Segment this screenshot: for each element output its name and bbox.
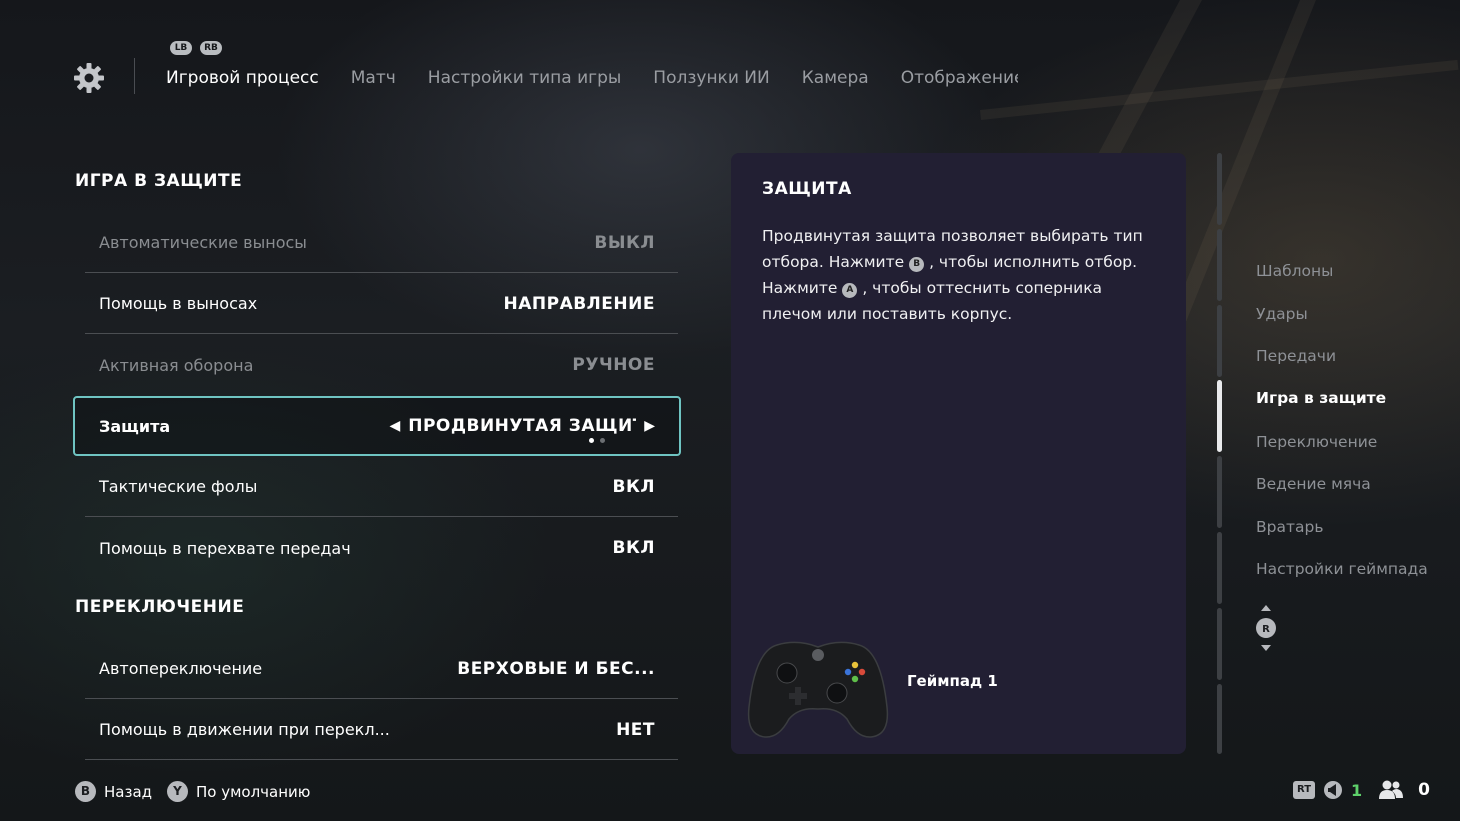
scroll-rail-segment[interactable] — [1217, 608, 1222, 680]
panel-description: Продвинутая защита позволяет выбирать ти… — [762, 223, 1162, 327]
b-button-icon: B — [75, 781, 96, 802]
side-nav-templates[interactable]: Шаблоны — [1256, 262, 1333, 280]
setting-value: ВЕРХОВЫЕ И БЕС... — [457, 658, 655, 679]
setting-value: ВКЛ — [612, 538, 655, 558]
setting-label: Помощь в выносах — [99, 294, 258, 313]
side-nav-passing[interactable]: Передачи — [1256, 347, 1336, 365]
setting-row-active-defense[interactable]: Активная оборона РУЧНОЕ — [85, 335, 678, 395]
tab-bar: Игровой процесс Матч Настройки типа игры… — [166, 68, 1018, 88]
arrow-left-icon[interactable]: ◀ — [389, 418, 400, 434]
setting-label: Защита — [99, 416, 171, 436]
reset-default-label: По умолчанию — [196, 782, 311, 801]
friends-count: 0 — [1418, 780, 1430, 800]
setting-label: Помощь в движении при перекл... — [99, 720, 390, 739]
setting-label: Активная оборона — [99, 355, 254, 375]
arrow-right-icon[interactable]: ▶ — [644, 418, 655, 434]
setting-row-auto-switching[interactable]: Автопереключение ВЕРХОВЫЕ И БЕС... — [85, 639, 678, 699]
section-title-defense: ИГРА В ЗАЩИТЕ — [75, 171, 243, 191]
tab-gameplay[interactable]: Игровой процесс — [166, 68, 319, 88]
side-nav-switching[interactable]: Переключение — [1256, 433, 1377, 451]
scroll-rail-segment[interactable] — [1217, 532, 1222, 604]
reset-default-button[interactable]: Y По умолчанию — [167, 781, 310, 802]
rt-trigger-icon: RT — [1293, 781, 1315, 799]
lb-bumper-hint: LB — [170, 41, 192, 55]
nav-divider — [134, 58, 135, 94]
side-nav-goalkeeper[interactable]: Вратарь — [1256, 518, 1323, 536]
gamepad-label: Геймпад 1 — [907, 672, 998, 690]
status-bar: RT 1 0 — [1293, 779, 1430, 801]
back-label: Назад — [104, 782, 153, 801]
setting-value: НАПРАВЛЕНИЕ — [503, 293, 655, 314]
setting-value: РУЧНОЕ — [572, 355, 655, 375]
gear-icon[interactable] — [73, 62, 105, 94]
side-nav-defending[interactable]: Игра в защите — [1256, 389, 1386, 407]
setting-row-auto-clearances[interactable]: Автоматические выносы ВЫКЛ — [85, 213, 678, 273]
tab-camera[interactable]: Камера — [802, 68, 869, 88]
a-button-icon: A — [842, 283, 858, 298]
speaker-icon — [1324, 781, 1342, 799]
tab-match[interactable]: Матч — [351, 68, 396, 88]
setting-label: Автопереключение — [99, 659, 263, 678]
back-button[interactable]: B Назад — [75, 781, 152, 802]
setting-row-tactical-fouls[interactable]: Тактические фолы ВКЛ — [85, 457, 678, 517]
setting-value: ВКЛ — [612, 476, 655, 497]
setting-row-interception-assist[interactable]: Помощь в перехвате передач ВКЛ — [85, 518, 678, 578]
side-nav-controller-settings[interactable]: Настройки геймпада — [1256, 560, 1428, 578]
tab-ai-sliders[interactable]: Ползунки ИИ — [653, 68, 769, 88]
setting-value: НЕТ — [616, 719, 655, 740]
side-nav-dribbling[interactable]: Ведение мяча — [1256, 475, 1371, 493]
section-title-switching: ПЕРЕКЛЮЧЕНИЕ — [75, 597, 245, 617]
scroll-rail-segment[interactable] — [1217, 229, 1222, 301]
option-page-dots — [589, 438, 605, 443]
side-nav-shooting[interactable]: Удары — [1256, 305, 1308, 323]
scroll-rail-segment-active[interactable] — [1217, 380, 1222, 452]
setting-label: Автоматические выносы — [99, 233, 307, 252]
scroll-rail-segment[interactable] — [1217, 684, 1222, 754]
setting-value: ПРОДВИНУТАЯ ЗАЩИТА — [408, 416, 637, 436]
b-button-icon: B — [909, 257, 925, 272]
setting-row-clearance-assist[interactable]: Помощь в выносах НАПРАВЛЕНИЕ — [85, 274, 678, 334]
setting-row-switch-movement-assist[interactable]: Помощь в движении при перекл... НЕТ — [85, 700, 678, 760]
setting-label: Тактические фолы — [99, 477, 258, 496]
description-panel: ЗАЩИТА Продвинутая защита позволяет выби… — [731, 153, 1186, 754]
scroll-rail-segment[interactable] — [1217, 305, 1222, 377]
rb-bumper-hint: RB — [200, 41, 222, 55]
scroll-rail-segment[interactable] — [1217, 456, 1222, 528]
tab-game-type-settings[interactable]: Настройки типа игры — [428, 68, 622, 88]
page-dot — [589, 438, 594, 443]
top-navigation: LB RB Игровой процесс Матч Настройки тип… — [0, 0, 1040, 120]
scroll-rail-segment[interactable] — [1217, 153, 1222, 225]
option-selector: ◀ ПРОДВИНУТАЯ ЗАЩИТА ▶ — [389, 416, 655, 436]
gamepad-icon — [747, 641, 889, 738]
notification-count: 1 — [1351, 780, 1363, 800]
setting-value: ВЫКЛ — [594, 232, 655, 253]
page-dot — [600, 438, 605, 443]
stick-label: R — [1262, 624, 1270, 635]
right-stick-icon: R — [1256, 605, 1276, 651]
background-beam — [980, 59, 1459, 120]
tab-display[interactable]: Отображение — [901, 68, 1018, 88]
panel-title: ЗАЩИТА — [762, 179, 852, 199]
y-button-icon: Y — [167, 781, 188, 802]
setting-row-defending[interactable]: Защита ◀ ПРОДВИНУТАЯ ЗАЩИТА ▶ — [73, 396, 681, 456]
setting-label: Помощь в перехвате передач — [99, 538, 351, 558]
friends-icon — [1379, 780, 1404, 799]
